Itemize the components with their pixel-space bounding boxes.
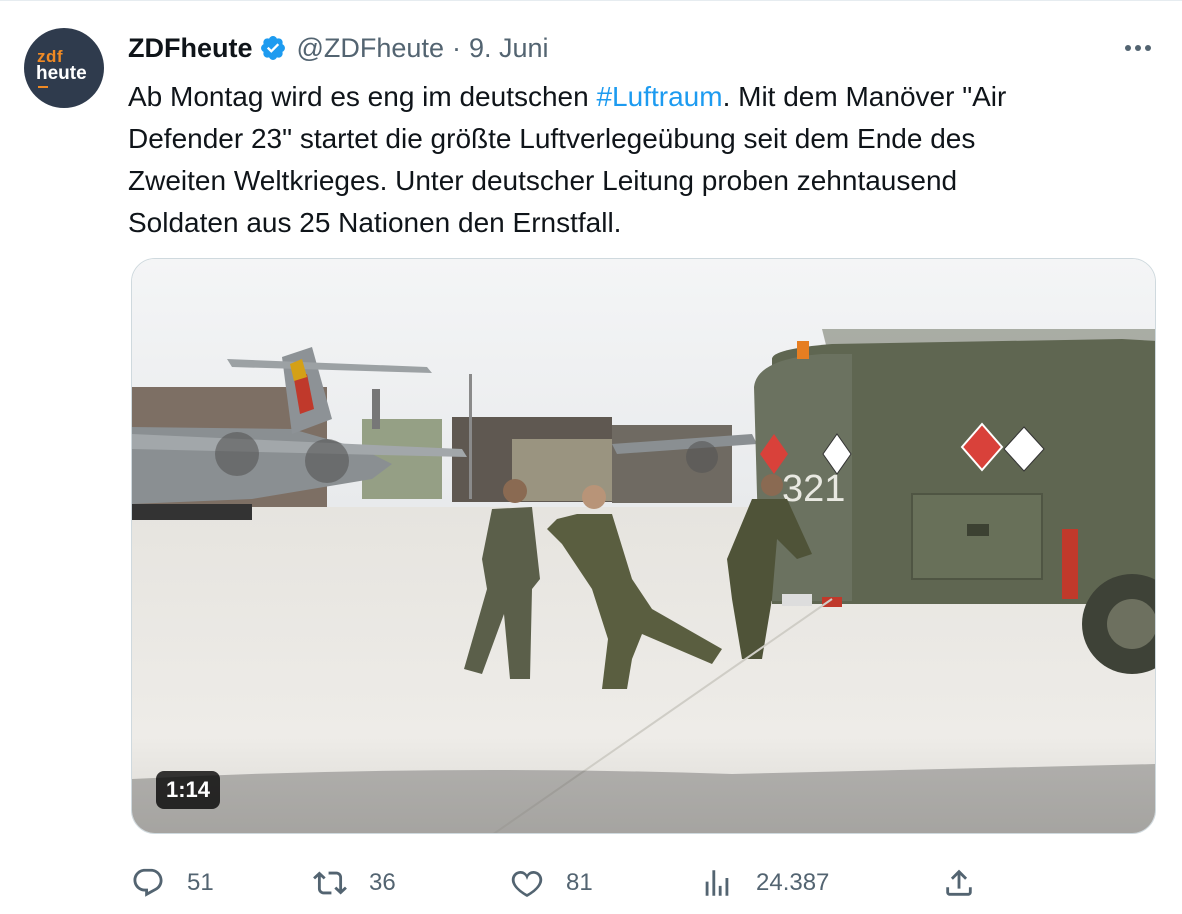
tweet-text: Ab Montag wird es eng im deutschen #Luft… bbox=[128, 76, 1138, 244]
more-dot bbox=[1135, 45, 1141, 51]
retweet-icon bbox=[313, 871, 347, 895]
tweet-text-segment: . Mit dem Manöver "Air bbox=[722, 81, 1007, 112]
author-handle[interactable]: @ZDFheute bbox=[297, 33, 444, 64]
tweet-text-line: Zweiten Weltkrieges. Unter deutscher Lei… bbox=[128, 165, 958, 196]
video-frame: 321 bbox=[132, 259, 1155, 833]
like-button[interactable]: 81 bbox=[510, 866, 593, 900]
header-separator: · bbox=[451, 32, 461, 63]
tweet-text-line: Soldaten aus 25 Nationen den Ernstfall. bbox=[128, 207, 622, 238]
more-dot bbox=[1145, 45, 1151, 51]
verified-badge-icon[interactable] bbox=[259, 34, 287, 62]
share-icon bbox=[946, 869, 972, 896]
views-button[interactable]: 24.387 bbox=[700, 866, 829, 900]
heart-icon bbox=[511, 870, 543, 898]
top-divider bbox=[0, 0, 1182, 1]
truck-number: 321 bbox=[782, 468, 845, 510]
video-player[interactable]: 321 1:14 bbox=[131, 258, 1156, 834]
analytics-icon bbox=[705, 870, 729, 896]
tweet-date[interactable]: 9. Juni bbox=[469, 33, 549, 64]
action-bar: 51 36 81 24.387 bbox=[0, 866, 1182, 900]
more-options-icon[interactable] bbox=[1120, 34, 1156, 62]
video-duration-badge: 1:14 bbox=[156, 771, 221, 809]
like-count: 81 bbox=[566, 869, 593, 896]
avatar-logo-accent bbox=[38, 86, 48, 88]
avatar-logo-line2: heute bbox=[36, 63, 87, 84]
author-name[interactable]: ZDFheute bbox=[128, 33, 253, 64]
reply-icon bbox=[133, 868, 163, 897]
view-count: 24.387 bbox=[756, 869, 830, 896]
hashtag-link[interactable]: #Luftraum bbox=[596, 81, 722, 112]
more-dot bbox=[1125, 45, 1131, 51]
tweet-header: ZDFheute @ZDFheute · 9. Juni bbox=[128, 30, 549, 66]
avatar[interactable]: zdf heute bbox=[24, 28, 104, 108]
tweet-text-segment: Ab Montag wird es eng im deutschen bbox=[128, 81, 597, 112]
reply-button[interactable]: 51 bbox=[131, 866, 214, 900]
share-button[interactable] bbox=[942, 866, 976, 900]
retweet-count: 36 bbox=[369, 869, 396, 896]
tweet-text-line: Defender 23" startet die größte Luftverl… bbox=[128, 123, 976, 154]
tweet-text-line: Ab Montag wird es eng im deutschen #Luft… bbox=[128, 76, 1138, 118]
reply-count: 51 bbox=[187, 869, 214, 896]
retweet-button[interactable]: 36 bbox=[313, 866, 396, 900]
